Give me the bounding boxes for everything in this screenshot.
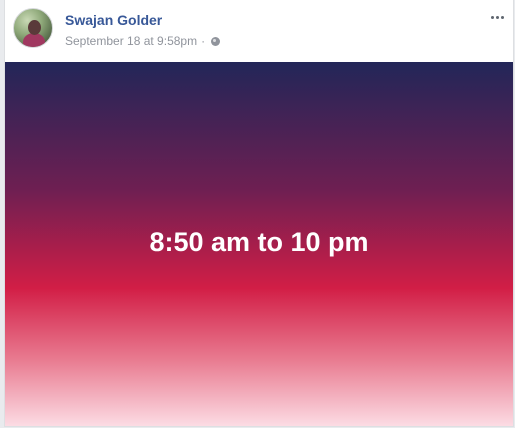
post-meta: September 18 at 9:58pm ·	[65, 34, 221, 48]
post-header: Swajan Golder September 18 at 9:58pm ·	[5, 0, 513, 62]
meta-separator: ·	[201, 34, 206, 48]
more-horizontal-icon	[490, 15, 494, 19]
status-text: 8:50 am to 10 pm	[149, 227, 369, 257]
avatar-person-body	[23, 33, 45, 47]
post-card: Swajan Golder September 18 at 9:58pm · 8…	[4, 0, 514, 427]
avatar-person-face	[28, 20, 41, 35]
globe-icon[interactable]	[211, 36, 221, 46]
author-avatar[interactable]	[13, 8, 53, 48]
more-horizontal-icon-dot	[495, 15, 499, 19]
status-background-card: 8:50 am to 10 pm	[5, 62, 513, 426]
author-name-link[interactable]: Swajan Golder	[65, 12, 162, 28]
more-options-button[interactable]	[487, 10, 507, 24]
more-horizontal-icon-dot	[500, 15, 504, 19]
post-timestamp-link[interactable]: September 18 at 9:58pm	[65, 34, 197, 48]
